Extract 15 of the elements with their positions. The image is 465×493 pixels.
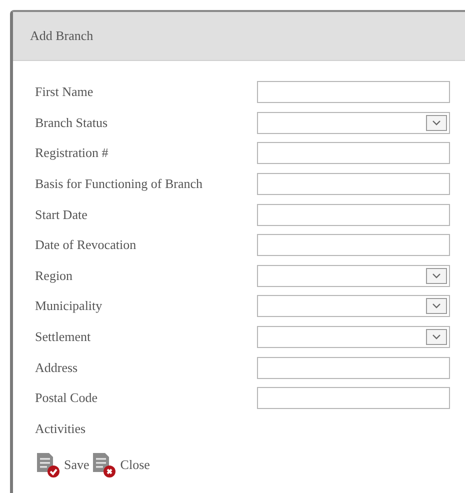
field-label: Basis for Functioning of Branch <box>35 176 204 192</box>
field-label: Postal Code <box>35 390 98 406</box>
field-label: Branch Status <box>35 114 109 131</box>
dialog-title: Add Branch <box>30 28 94 44</box>
field-label: Region <box>35 268 74 284</box>
field-label: Municipality <box>35 298 104 314</box>
field-label: First Name <box>35 84 94 100</box>
field-label: Date of Revocation <box>35 237 138 254</box>
field-label: Registration # <box>35 145 110 162</box>
close-button[interactable]: Close <box>91 452 150 478</box>
field-label: Address <box>35 360 79 376</box>
field-label: Activities <box>35 420 87 437</box>
field-label: Start Date <box>35 206 88 223</box>
save-button[interactable]: Save <box>35 452 90 478</box>
field-label: Settlement <box>35 329 92 346</box>
